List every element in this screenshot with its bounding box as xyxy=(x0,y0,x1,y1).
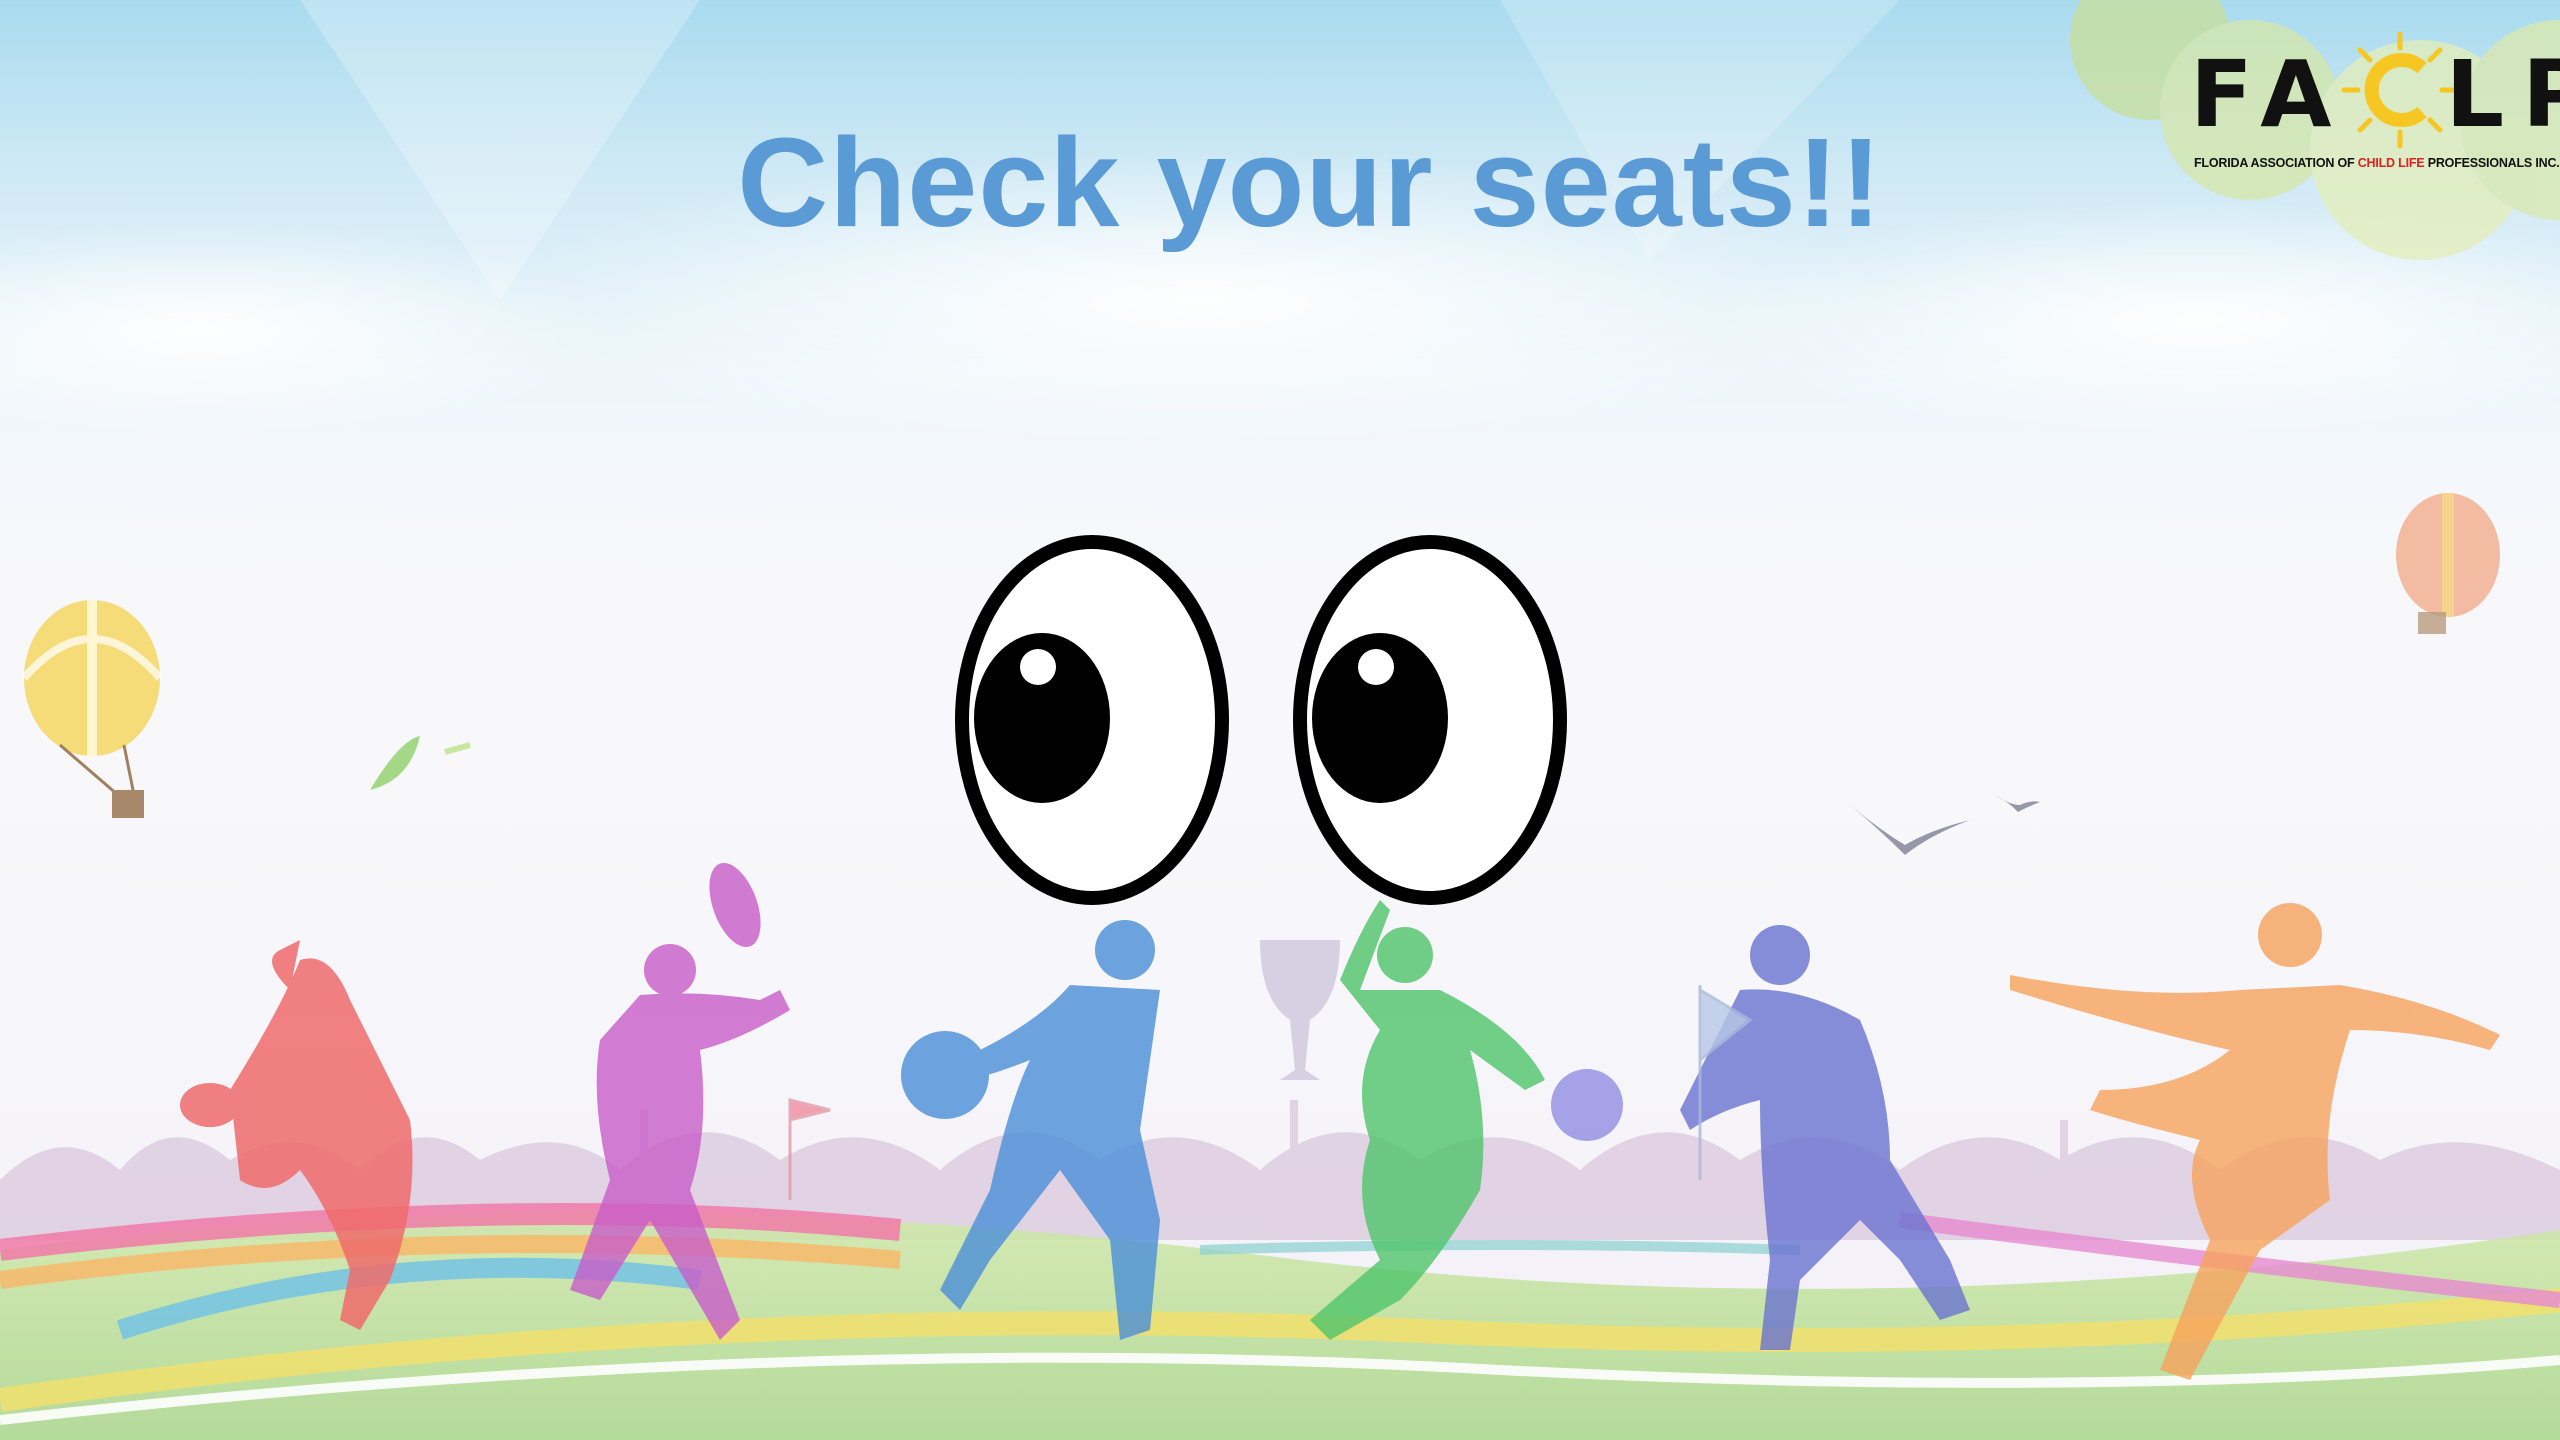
left-eye xyxy=(955,535,1229,905)
logo-tagline: FLORIDA ASSOCIATION OF CHILD LIFE PROFES… xyxy=(2194,156,2560,170)
slide: Check your seats!! FALP FLORIDA ASSOCIAT… xyxy=(0,0,2560,1440)
tagline-highlight: CHILD LIFE xyxy=(2357,156,2425,170)
logo-letters: FALP xyxy=(2190,41,2560,148)
googly-eyes-icon xyxy=(955,535,1567,905)
hot-air-balloon-left xyxy=(20,600,164,818)
trophy-silhouette xyxy=(1260,940,1340,1080)
faclp-logo: FALP FLORIDA ASSOCIATION OF CHILD LIFE P… xyxy=(2190,30,2560,180)
hot-air-balloon-right xyxy=(2396,493,2500,634)
athlete-runner-indigo xyxy=(1680,925,1970,1350)
tagline-suffix: PROFESSIONALS INC. xyxy=(2424,156,2560,170)
right-eye xyxy=(1293,535,1567,905)
slide-title: Check your seats!! xyxy=(737,112,1883,253)
tagline-prefix: FLORIDA ASSOCIATION OF xyxy=(2194,156,2358,170)
volleyball xyxy=(1551,1069,1623,1141)
